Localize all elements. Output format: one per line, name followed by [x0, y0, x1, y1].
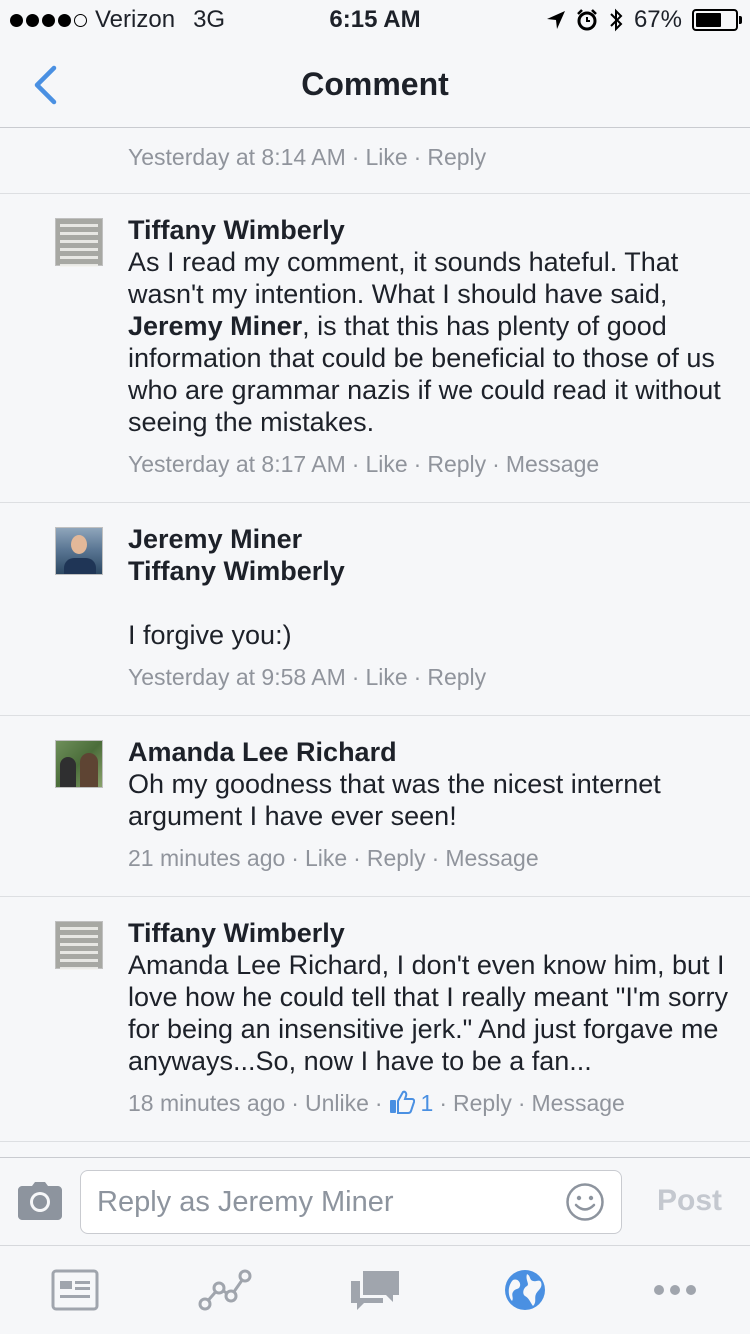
comment-timestamp: Yesterday at 8:14 AM	[128, 144, 346, 170]
battery-percent: 67%	[633, 6, 682, 33]
like-link[interactable]: Like	[305, 845, 347, 871]
reply-link[interactable]: Reply	[427, 144, 486, 170]
avatar[interactable]	[55, 740, 103, 788]
alarm-clock-icon	[577, 9, 597, 31]
avatar[interactable]	[55, 218, 103, 267]
like-link[interactable]: Like	[365, 144, 407, 170]
comment-item: Jeremy Miner Tiffany Wimberly I forgive …	[0, 503, 750, 716]
comment-item: Amanda Lee Richard Oh my goodness that w…	[0, 716, 750, 897]
reply-link[interactable]: Reply	[427, 664, 486, 690]
tab-news-feed[interactable]	[45, 1260, 105, 1320]
thumbs-up-icon	[389, 1090, 415, 1114]
comment-author[interactable]: Tiffany Wimberly	[128, 214, 730, 246]
battery-icon	[692, 9, 742, 31]
tab-messages[interactable]	[345, 1260, 405, 1320]
status-right: 67%	[546, 6, 742, 34]
tab-activity[interactable]	[195, 1260, 255, 1320]
reply-link[interactable]: Reply	[427, 451, 486, 477]
comment-timestamp: 21 minutes ago	[128, 845, 286, 871]
comment-text: Oh my goodness that was the nicest inter…	[128, 769, 661, 831]
smiley-face-icon[interactable]	[565, 1182, 605, 1222]
message-link[interactable]: Message	[532, 1090, 625, 1116]
message-link[interactable]: Message	[506, 451, 599, 477]
like-link[interactable]: Like	[365, 664, 407, 690]
comment-timestamp: 18 minutes ago	[128, 1090, 286, 1116]
more-icon	[654, 1285, 696, 1295]
comment-author[interactable]: Amanda Lee Richard	[128, 736, 730, 768]
reply-link[interactable]: Reply	[367, 845, 426, 871]
tab-bar	[0, 1245, 750, 1334]
comment-meta: Yesterday at 9:58 AM · Like · Reply	[128, 664, 487, 690]
comment-text: Amanda Lee Richard, I don't even know hi…	[128, 950, 728, 1076]
tab-notifications[interactable]	[495, 1260, 555, 1320]
comment-timestamp: Yesterday at 9:58 AM	[128, 664, 346, 690]
status-bar: Verizon 3G 6:15 AM 67%	[0, 0, 750, 40]
comment-item: Yesterday at 8:14 AM · Like · Reply	[0, 129, 750, 194]
comment-meta: Yesterday at 8:14 AM · Like · Reply	[128, 144, 487, 170]
reply-link[interactable]: Reply	[453, 1090, 512, 1116]
comment-meta: 18 minutes ago · Unlike · 1 · Reply · Message	[128, 1090, 625, 1116]
comment-text: As I read my comment, it sounds hateful.…	[128, 247, 721, 437]
comment-timestamp: Yesterday at 8:17 AM	[128, 451, 346, 477]
tab-more[interactable]	[645, 1260, 705, 1320]
reply-bar: Post	[0, 1157, 750, 1245]
battery-fill	[696, 13, 722, 27]
bluetooth-icon	[610, 8, 623, 32]
navigation-bar: Comment	[0, 40, 750, 128]
reply-input[interactable]	[80, 1170, 622, 1234]
comment-item: Tiffany Wimberly As I read my comment, i…	[0, 194, 750, 503]
post-button[interactable]: Post	[657, 1184, 722, 1218]
mention-link[interactable]: Tiffany Wimberly	[128, 555, 730, 587]
avatar[interactable]	[55, 527, 103, 575]
comment-meta: 21 minutes ago · Like · Reply · Message	[128, 845, 539, 871]
comment-text: I forgive you:)	[128, 620, 292, 650]
comment-meta: Yesterday at 8:17 AM · Like · Reply · Message	[128, 451, 600, 477]
activity-graph-icon	[198, 1269, 252, 1311]
like-count[interactable]: 1	[421, 1090, 434, 1116]
comment-list: Yesterday at 8:14 AM · Like · Reply Tiffany …	[0, 129, 750, 1157]
avatar[interactable]	[55, 921, 103, 970]
messages-icon	[351, 1271, 399, 1310]
comment-author[interactable]: Tiffany Wimberly	[128, 917, 730, 949]
globe-notifications-icon	[505, 1270, 545, 1310]
location-arrow-icon	[546, 11, 565, 29]
comment-item: Tiffany Wimberly Amanda Lee Richard, I d…	[0, 897, 750, 1142]
news-feed-icon	[51, 1269, 99, 1311]
page-title: Comment	[301, 66, 449, 102]
comment-author[interactable]: Jeremy Miner	[128, 523, 730, 555]
camera-icon[interactable]	[18, 1182, 62, 1220]
message-link[interactable]: Message	[445, 845, 538, 871]
like-link[interactable]: Like	[365, 451, 407, 477]
unlike-link[interactable]: Unlike	[305, 1090, 369, 1116]
mention-link[interactable]: Jeremy Miner	[128, 311, 302, 341]
